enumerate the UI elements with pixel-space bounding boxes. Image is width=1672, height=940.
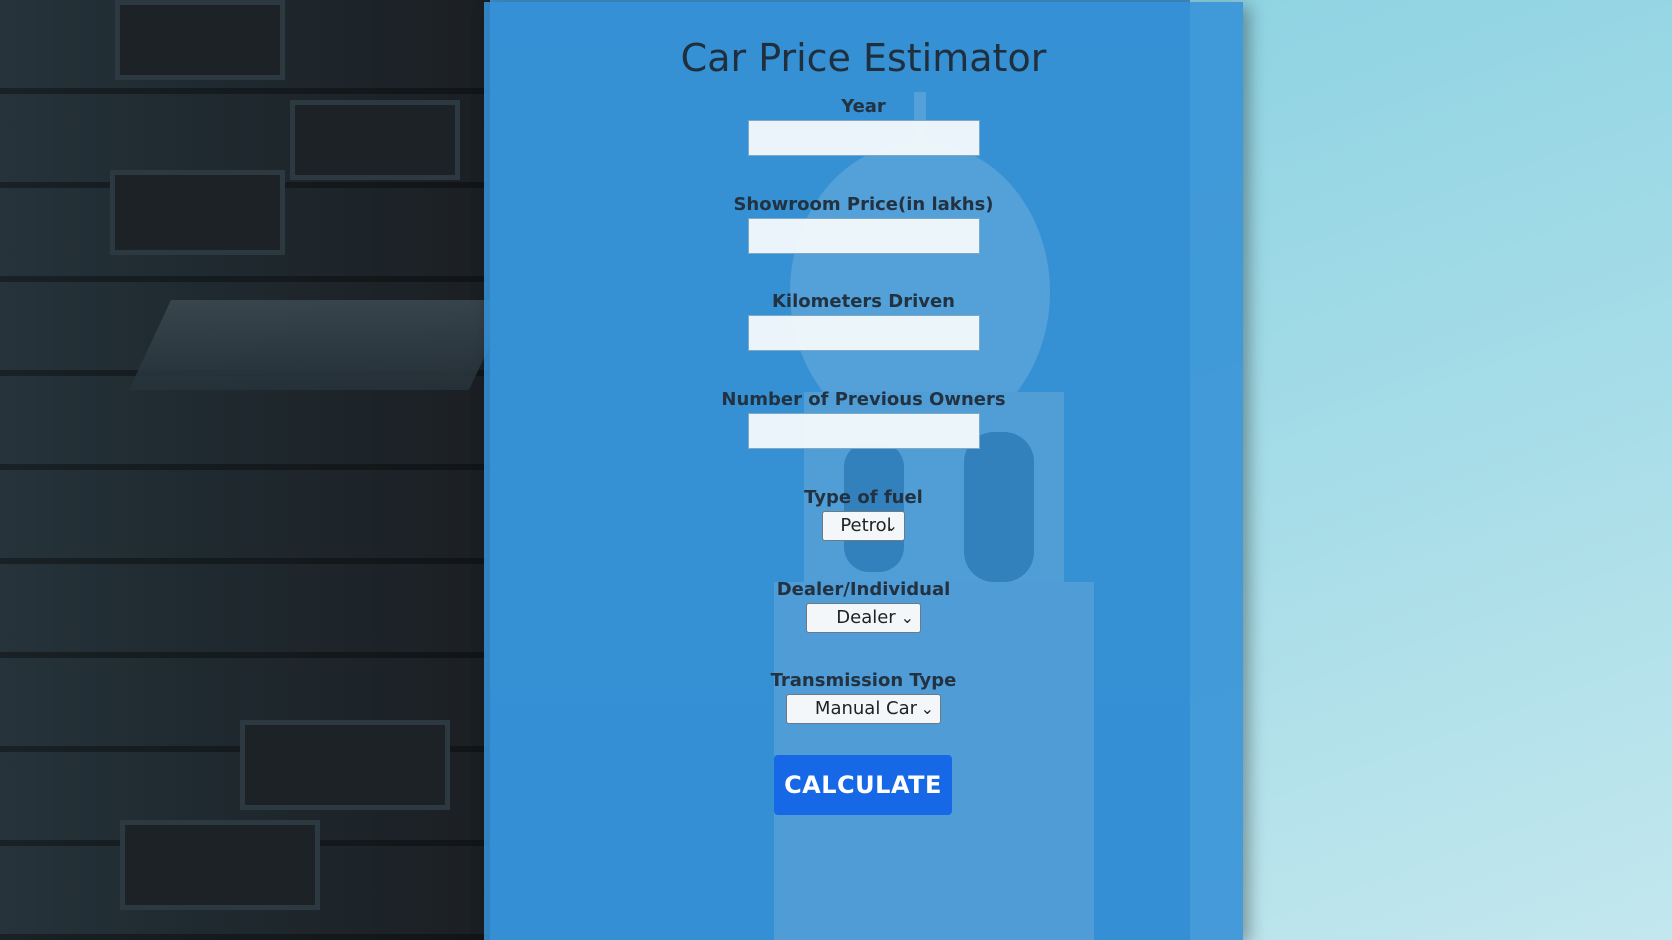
seller-select-value: Dealer [836,607,896,628]
year-input[interactable] [747,120,980,156]
fuel-field-group: Type of fuel Petrol ⌄ [484,485,1243,541]
year-field-group: Year [484,94,1243,156]
kms-driven-input[interactable] [747,315,980,351]
chevron-down-icon: ⌄ [920,699,934,718]
brick [290,100,460,180]
kms-driven-label: Kilometers Driven [771,291,956,312]
brick [240,720,450,810]
brick [110,170,285,255]
calculate-button[interactable]: CALCULATE [774,755,952,815]
chevron-down-icon: ⌄ [884,516,898,535]
form-panel: Car Price Estimator Year Showroom Price(… [484,2,1243,940]
seller-select[interactable]: Dealer ⌄ [806,603,921,633]
brick [120,820,320,910]
seller-label: Dealer/Individual [776,579,951,600]
transmission-field-group: Transmission Type Manual Car ⌄ [484,668,1243,724]
showroom-price-label: Showroom Price(in lakhs) [733,194,994,215]
showroom-price-input[interactable] [747,218,980,254]
background-sky [1190,0,1672,940]
transmission-select-value: Manual Car [814,698,918,719]
seller-field-group: Dealer/Individual Dealer ⌄ [484,577,1243,633]
fuel-select-value: Petrol [840,515,892,536]
chevron-down-icon: ⌄ [900,608,914,627]
fuel-select[interactable]: Petrol ⌄ [822,511,905,541]
showroom-price-field-group: Showroom Price(in lakhs) [484,192,1243,254]
year-label: Year [841,96,886,117]
brick [115,0,285,80]
snow-ledge [129,300,511,390]
page-title: Car Price Estimator [680,36,1047,80]
transmission-select[interactable]: Manual Car ⌄ [786,694,941,724]
fuel-label: Type of fuel [804,487,923,508]
transmission-label: Transmission Type [770,670,957,691]
owners-input[interactable] [747,413,980,449]
owners-label: Number of Previous Owners [721,389,1006,410]
owners-field-group: Number of Previous Owners [484,387,1243,449]
background-wall [0,0,511,940]
kms-driven-field-group: Kilometers Driven [484,289,1243,351]
